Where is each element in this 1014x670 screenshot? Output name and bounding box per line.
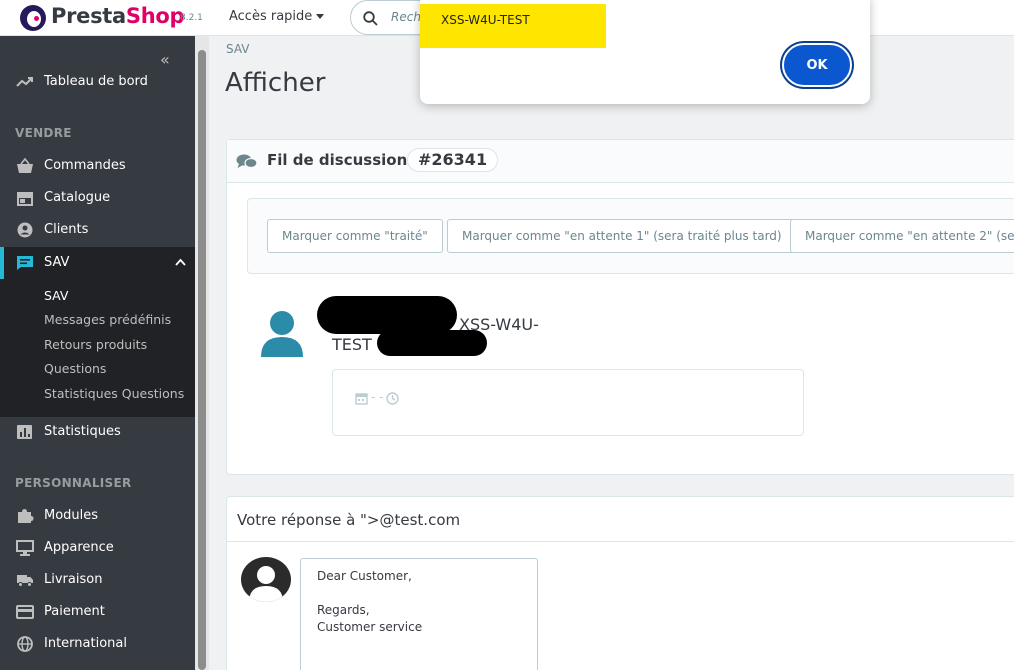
section-personnaliser: PERSONNALISER	[15, 476, 132, 490]
quick-access-dropdown[interactable]: Accès rapide	[229, 9, 325, 24]
breadcrumb[interactable]: SAV	[226, 42, 250, 56]
store-icon	[17, 192, 33, 206]
chevron-up-icon	[175, 258, 186, 266]
sidebar-subitem-messages[interactable]: Messages prédéfinis	[44, 312, 171, 327]
bar-chart-icon	[17, 425, 32, 439]
mark-handled-button[interactable]: Marquer comme "traité"	[267, 219, 443, 253]
person-icon	[249, 566, 283, 602]
sidebar-subitem-sav[interactable]: SAV	[44, 288, 68, 303]
thread-id-badge: #26341	[407, 148, 499, 172]
desktop-icon	[16, 540, 34, 556]
thread-card: Fil de discussion: #26341 Marquer comme …	[226, 139, 1014, 475]
alert-message: XSS-W4U-TEST	[441, 13, 530, 27]
sidebar-item-shipping[interactable]: Livraison	[0, 564, 195, 596]
account-circle-icon	[17, 222, 33, 238]
redaction-mark	[317, 296, 457, 334]
reply-card: Votre réponse à ">@test.com Dear Custome…	[226, 496, 1014, 670]
calendar-icon	[355, 393, 368, 405]
clock-icon	[386, 392, 399, 405]
reply-title: Votre réponse à ">@test.com	[237, 511, 461, 529]
message-author-name-cont: TEST	[332, 335, 372, 354]
reply-card-header: Votre réponse à ">@test.com	[227, 497, 1014, 542]
sidebar-item-stats[interactable]: Statistiques	[0, 416, 195, 448]
caret-down-icon	[316, 14, 325, 19]
version-label: 8.2.1	[180, 13, 203, 23]
alert-dialog: XSS-W4U-TEST OK	[420, 0, 870, 104]
sidebar-item-appearance[interactable]: Apparence	[0, 532, 195, 564]
sidebar-item-modules[interactable]: Modules	[0, 500, 195, 532]
ok-button[interactable]: OK	[782, 43, 852, 87]
mark-pending1-button[interactable]: Marquer comme "en attente 1" (sera trait…	[447, 219, 797, 253]
sidebar-item-customers[interactable]: Clients	[0, 214, 195, 246]
comments-icon	[236, 154, 258, 169]
sidebar-subitem-questions[interactable]: Questions	[44, 361, 106, 376]
thread-title: Fil de discussion:	[267, 151, 414, 169]
sidebar-subitem-question-stats[interactable]: Statistiques Questions	[44, 386, 184, 401]
section-vendre: VENDRE	[15, 126, 72, 140]
prestashop-logo-icon[interactable]	[20, 5, 46, 31]
sidebar-subitem-returns[interactable]: Retours produits	[44, 337, 147, 352]
sidebar-item-international[interactable]: International	[0, 628, 195, 660]
thread-card-header: Fil de discussion: #26341	[227, 140, 1014, 183]
sidebar-item-payment[interactable]: Paiement	[0, 596, 195, 628]
reply-textarea[interactable]: Dear Customer, Regards, Customer service	[300, 558, 538, 670]
sidebar-item-catalog[interactable]: Catalogue	[0, 182, 195, 214]
brand-name[interactable]: PrestaShop	[51, 4, 185, 28]
puzzle-icon	[18, 509, 34, 523]
mark-pending2-button[interactable]: Marquer comme "en attente 2" (sera	[790, 219, 1014, 253]
message-box: - -	[332, 369, 804, 436]
message-meta: - -	[371, 390, 384, 404]
message-author-name: XSS-W4U-	[459, 315, 539, 334]
chat-icon	[17, 256, 33, 270]
basket-icon	[17, 158, 33, 173]
trending-icon	[16, 77, 33, 87]
globe-icon	[17, 636, 33, 652]
truck-icon	[17, 575, 33, 587]
scrollbar-thumb[interactable]	[198, 50, 206, 670]
user-icon	[261, 311, 303, 357]
search-icon	[363, 11, 378, 26]
page-title: Afficher	[225, 68, 326, 98]
sidebar-item-dashboard[interactable]: Tableau de bord	[0, 66, 195, 98]
sidebar-item-orders[interactable]: Commandes	[0, 150, 195, 182]
credit-card-icon	[16, 605, 34, 619]
sidebar-item-sav[interactable]: SAV	[0, 247, 195, 279]
sidebar: ‹‹ Tableau de bord VENDRE Commandes Cata…	[0, 36, 195, 670]
avatar	[241, 557, 291, 602]
